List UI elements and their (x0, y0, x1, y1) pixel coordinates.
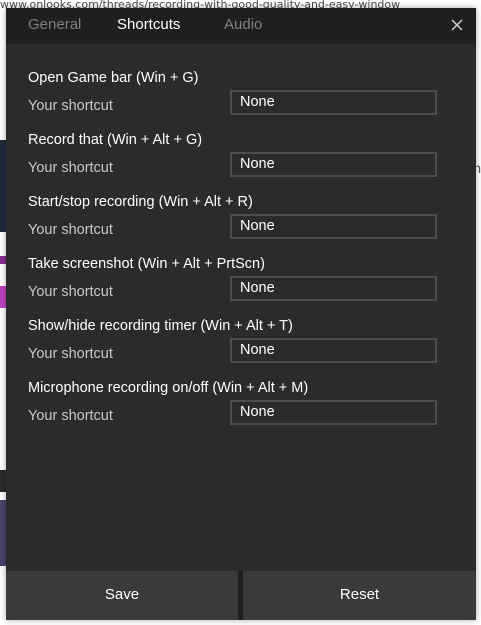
shortcut-row: Your shortcut None (28, 212, 448, 254)
shortcut-group-start-stop-recording: Start/stop recording (Win + Alt + R) You… (28, 192, 448, 254)
action-title: Microphone recording on/off (Win + Alt +… (28, 380, 309, 396)
shortcut-input-microphone[interactable]: None (230, 400, 437, 425)
shortcut-label: Your shortcut (28, 284, 113, 300)
tab-audio[interactable]: Audio (224, 16, 262, 33)
reset-button[interactable]: Reset (243, 571, 476, 620)
action-title: Start/stop recording (Win + Alt + R) (28, 194, 253, 210)
action-title: Record that (Win + Alt + G) (28, 132, 203, 148)
shortcut-group-microphone: Microphone recording on/off (Win + Alt +… (28, 378, 448, 440)
shortcut-input-recording-timer[interactable]: None (230, 338, 437, 363)
tab-general[interactable]: General (28, 16, 81, 33)
action-title: Take screenshot (Win + Alt + PrtScn) (28, 256, 265, 272)
shortcut-input-record-that[interactable]: None (230, 152, 437, 177)
shortcut-label: Your shortcut (28, 98, 113, 114)
shortcut-group-take-screenshot: Take screenshot (Win + Alt + PrtScn) You… (28, 254, 448, 316)
shortcut-input-game-bar[interactable]: None (230, 90, 437, 115)
dialog-footer: Save Reset (6, 571, 476, 620)
close-button[interactable] (450, 18, 464, 32)
tab-shortcuts[interactable]: Shortcuts (117, 16, 180, 33)
save-button[interactable]: Save (6, 571, 238, 620)
shortcut-input-start-stop-recording[interactable]: None (230, 214, 437, 239)
shortcut-label: Your shortcut (28, 222, 113, 238)
close-icon (451, 19, 463, 31)
settings-dialog: General Shortcuts Audio Open Game bar (W… (6, 8, 476, 620)
shortcut-row: Your shortcut None (28, 274, 448, 316)
shortcut-label: Your shortcut (28, 408, 113, 424)
shortcut-row: Your shortcut None (28, 398, 448, 440)
shortcut-group-game-bar: Open Game bar (Win + G) Your shortcut No… (28, 68, 448, 130)
shortcut-group-record-that: Record that (Win + Alt + G) Your shortcu… (28, 130, 448, 192)
shortcut-row: Your shortcut None (28, 88, 448, 130)
shortcut-input-take-screenshot[interactable]: None (230, 276, 437, 301)
shortcut-label: Your shortcut (28, 160, 113, 176)
action-title: Open Game bar (Win + G) (28, 70, 199, 86)
shortcuts-list: Open Game bar (Win + G) Your shortcut No… (28, 68, 448, 440)
shortcut-label: Your shortcut (28, 346, 113, 362)
tab-bar: General Shortcuts Audio (6, 8, 476, 44)
shortcut-group-recording-timer: Show/hide recording timer (Win + Alt + T… (28, 316, 448, 378)
shortcut-row: Your shortcut None (28, 150, 448, 192)
shortcut-row: Your shortcut None (28, 336, 448, 378)
action-title: Show/hide recording timer (Win + Alt + T… (28, 318, 293, 334)
